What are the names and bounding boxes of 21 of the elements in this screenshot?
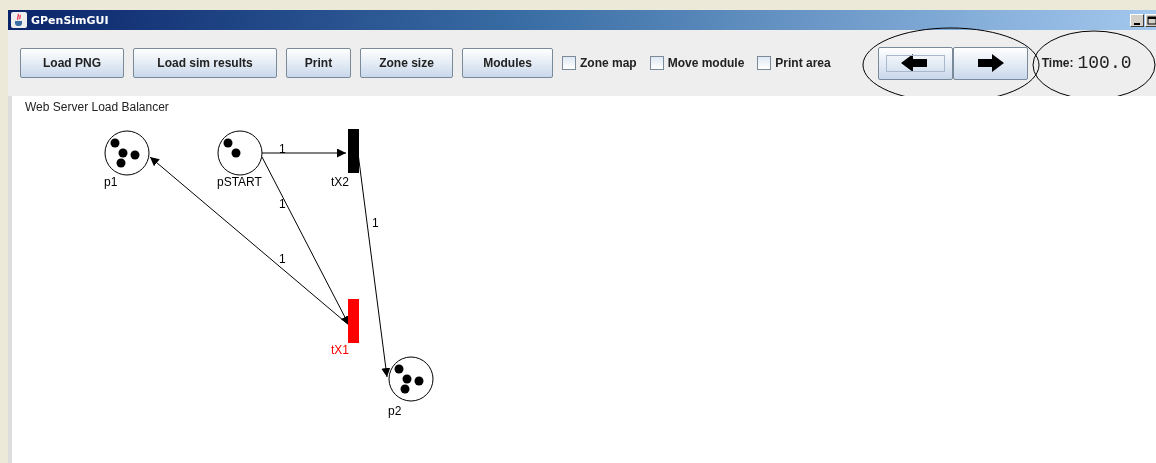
arc-weight: 1 xyxy=(279,252,286,266)
checkbox-label: Zone map xyxy=(580,56,637,70)
arc-weight: 1 xyxy=(372,216,379,230)
toolbar-button[interactable]: Zone size xyxy=(360,48,453,78)
time-label: Time: xyxy=(1041,56,1074,70)
arc-weight: 1 xyxy=(279,142,286,156)
window-title: GPenSimGUI xyxy=(31,13,109,27)
place-label: pSTART xyxy=(217,175,262,189)
time-value: 100.0 xyxy=(1077,53,1132,73)
checkbox-label: Move module xyxy=(667,56,745,70)
transition-label: tX1 xyxy=(331,343,349,357)
toolbar-button[interactable]: Print xyxy=(286,48,351,78)
toolbar-button[interactable]: Load PNG xyxy=(20,48,124,78)
arc-weight: 1 xyxy=(279,197,286,211)
place-label: p2 xyxy=(388,404,402,418)
toolbar-button[interactable]: Modules xyxy=(462,48,553,78)
toolbar-button[interactable]: Load sim results xyxy=(133,48,277,78)
transition-label: tX2 xyxy=(331,175,349,189)
checkbox-label: Print area xyxy=(775,56,831,70)
net-title: Web Server Load Balancer xyxy=(25,100,169,114)
place-label: p1 xyxy=(104,175,118,189)
